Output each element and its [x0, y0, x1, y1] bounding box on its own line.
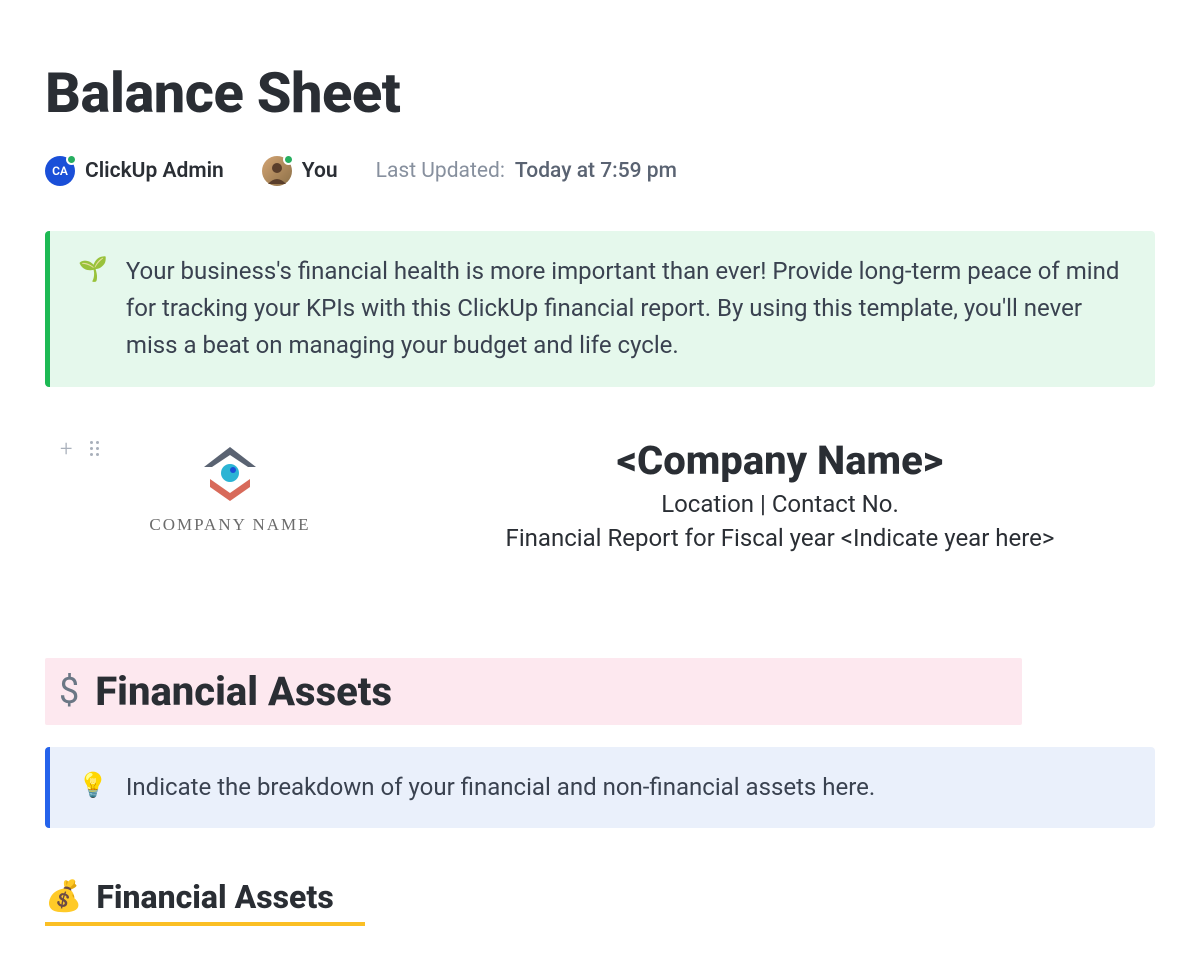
admin-avatar[interactable]: CA [45, 156, 75, 186]
company-fiscal-line[interactable]: Financial Report for Fiscal year <Indica… [405, 524, 1155, 552]
assets-callout-text: Indicate the breakdown of your financial… [126, 769, 875, 806]
meta-row: CA ClickUp Admin You Last Updated: Today… [45, 156, 1155, 186]
updated-label: Last Updated: [376, 159, 505, 183]
admin-name: ClickUp Admin [85, 159, 224, 183]
company-name-placeholder[interactable]: <Company Name> [405, 437, 1155, 484]
financial-assets-heading: Financial Assets [95, 668, 392, 715]
financial-assets-subheading: 💰 Financial Assets [45, 878, 1155, 916]
updated-value: Today at 7:59 pm [515, 159, 677, 183]
financial-assets-subheading-text: Financial Assets [96, 878, 333, 916]
lightbulb-icon: 💡 [78, 769, 108, 803]
add-block-button[interactable]: + [60, 437, 72, 462]
page-title: Balance Sheet [45, 60, 1155, 126]
company-logo-icon [194, 445, 266, 503]
drag-handle-icon[interactable] [90, 441, 100, 457]
moneybag-icon: 💰 [45, 879, 82, 914]
you-name: You [302, 159, 338, 183]
admin-avatar-initials: CA [52, 164, 68, 178]
financial-assets-banner: $ Financial Assets [45, 658, 1022, 725]
company-location-contact[interactable]: Location | Contact No. [405, 490, 1155, 518]
assets-callout: 💡 Indicate the breakdown of your financi… [45, 747, 1155, 828]
seedling-icon: 🌱 [78, 253, 108, 287]
company-logo-block: COMPANY NAME [95, 437, 365, 535]
company-logo-caption: COMPANY NAME [95, 515, 365, 535]
intro-callout-text: Your business's financial health is more… [126, 253, 1127, 365]
you-avatar[interactable] [262, 156, 292, 186]
presence-dot-icon [283, 154, 294, 165]
yellow-underline [45, 922, 365, 926]
company-info: <Company Name> Location | Contact No. Fi… [405, 437, 1155, 558]
block-controls: + [60, 437, 100, 462]
intro-callout: 🌱 Your business's financial health is mo… [45, 231, 1155, 387]
company-header-block: + COMPANY NAME <Company Name> Location |… [45, 437, 1155, 558]
presence-dot-icon [66, 154, 77, 165]
dollar-icon: $ [59, 670, 79, 712]
